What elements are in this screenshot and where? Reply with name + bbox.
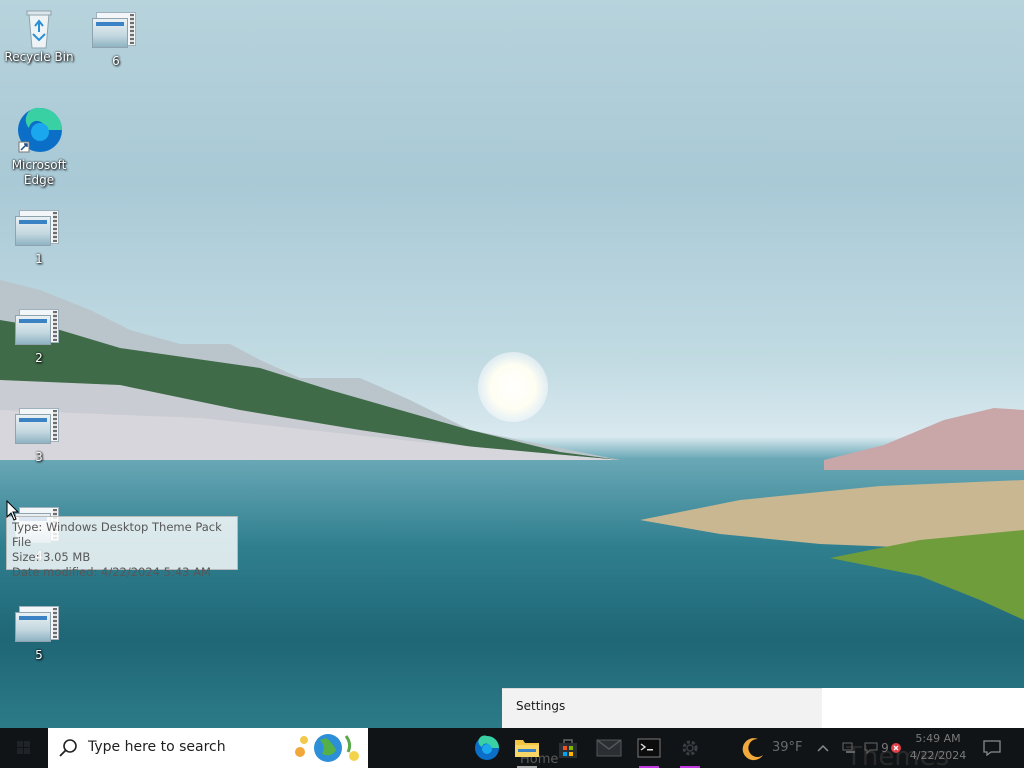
settings-gear-icon	[682, 740, 698, 756]
search-icon	[59, 739, 77, 757]
settings-panel[interactable]: Settings	[502, 688, 822, 729]
desktop-icon-label: 1	[35, 252, 43, 266]
taskbar-store[interactable]	[548, 728, 588, 768]
left-hills-scenery	[0, 280, 620, 460]
right-hills-scenery	[824, 408, 1024, 470]
settings-panel-label: Settings	[516, 699, 566, 713]
theme-pack-file-icon	[92, 12, 140, 52]
tooltip-date-modified: Date modified: 4/22/2024 5:43 AM	[12, 565, 211, 579]
start-button[interactable]	[0, 728, 48, 768]
network-icon	[842, 742, 855, 753]
chat-icon	[864, 742, 878, 754]
desktop-icon-file-2[interactable]: 2	[3, 309, 75, 366]
taskbar: Type here to search Home 39°F Themes 9 5…	[0, 728, 1024, 772]
settings-panel-extension	[822, 688, 1024, 728]
recycle-bin-icon	[15, 8, 63, 49]
store-icon	[559, 739, 577, 758]
tray-fragment-text: 9	[881, 741, 889, 755]
theme-pack-file-icon	[15, 210, 63, 250]
taskbar-terminal[interactable]	[629, 728, 669, 768]
desktop-icon-recycle-bin[interactable]: Recycle Bin	[3, 8, 75, 65]
search-highlight-globe-icon	[295, 734, 359, 762]
taskbar-clock[interactable]: 5:49 AM 4/22/2024	[904, 730, 972, 766]
desktop-icon-file-5[interactable]: 5	[3, 606, 75, 663]
clock-date: 4/22/2024	[909, 749, 967, 762]
desktop-icon-label: Microsoft Edge	[11, 158, 67, 187]
desktop[interactable]: Recycle Bin 6 Microsoft Edge 1 2 3 5 Typ…	[0, 0, 1024, 728]
file-tooltip: Type: Windows Desktop Theme Pack File Si…	[6, 516, 238, 579]
desktop-icon-label: 2	[35, 351, 43, 365]
mouse-cursor-icon	[6, 500, 20, 521]
weather-widget[interactable]: 39°F	[738, 728, 808, 768]
tray-chat[interactable]	[860, 728, 882, 768]
reed-shore-scenery	[640, 480, 1024, 620]
edge-icon	[15, 106, 63, 156]
windows-logo-icon	[17, 741, 30, 754]
clock-time: 5:49 AM	[915, 732, 961, 745]
notification-icon	[983, 740, 1001, 756]
desktop-icon-label: 3	[35, 450, 43, 464]
terminal-icon	[637, 738, 661, 758]
desktop-icon-file-1[interactable]: 1	[3, 210, 75, 267]
weather-temperature: 39°F	[772, 740, 803, 755]
theme-pack-file-icon	[15, 606, 63, 646]
file-explorer-icon	[515, 740, 539, 757]
desktop-icon-label: 6	[112, 54, 120, 68]
edge-icon	[475, 735, 499, 760]
tray-volume[interactable]: 9	[880, 728, 902, 768]
desktop-icon-label: Recycle Bin	[4, 50, 74, 64]
tray-network[interactable]	[838, 728, 860, 768]
taskbar-file-explorer[interactable]	[507, 728, 547, 768]
taskbar-search-box[interactable]: Type here to search	[48, 728, 368, 768]
desktop-icon-label: 5	[35, 648, 43, 662]
desktop-icon-microsoft-edge[interactable]: Microsoft Edge	[3, 106, 75, 188]
taskbar-edge[interactable]	[467, 728, 507, 768]
theme-pack-file-icon	[15, 408, 63, 448]
desktop-icon-file-3[interactable]: 3	[3, 408, 75, 465]
mail-icon	[596, 739, 622, 757]
taskbar-settings[interactable]	[670, 728, 710, 768]
notification-center-button[interactable]	[980, 728, 1004, 768]
tooltip-size: Size: 3.05 MB	[12, 550, 91, 564]
chevron-up-icon	[817, 744, 829, 752]
show-hidden-icons-button[interactable]	[812, 728, 834, 768]
muted-x-icon	[890, 743, 901, 753]
theme-pack-file-icon	[15, 309, 63, 349]
moon-icon	[742, 738, 763, 761]
taskbar-mail[interactable]	[589, 728, 629, 768]
desktop-icon-file-6[interactable]: 6	[80, 12, 152, 69]
search-placeholder: Type here to search	[88, 739, 226, 755]
tooltip-type: Type: Windows Desktop Theme Pack File	[12, 520, 222, 549]
